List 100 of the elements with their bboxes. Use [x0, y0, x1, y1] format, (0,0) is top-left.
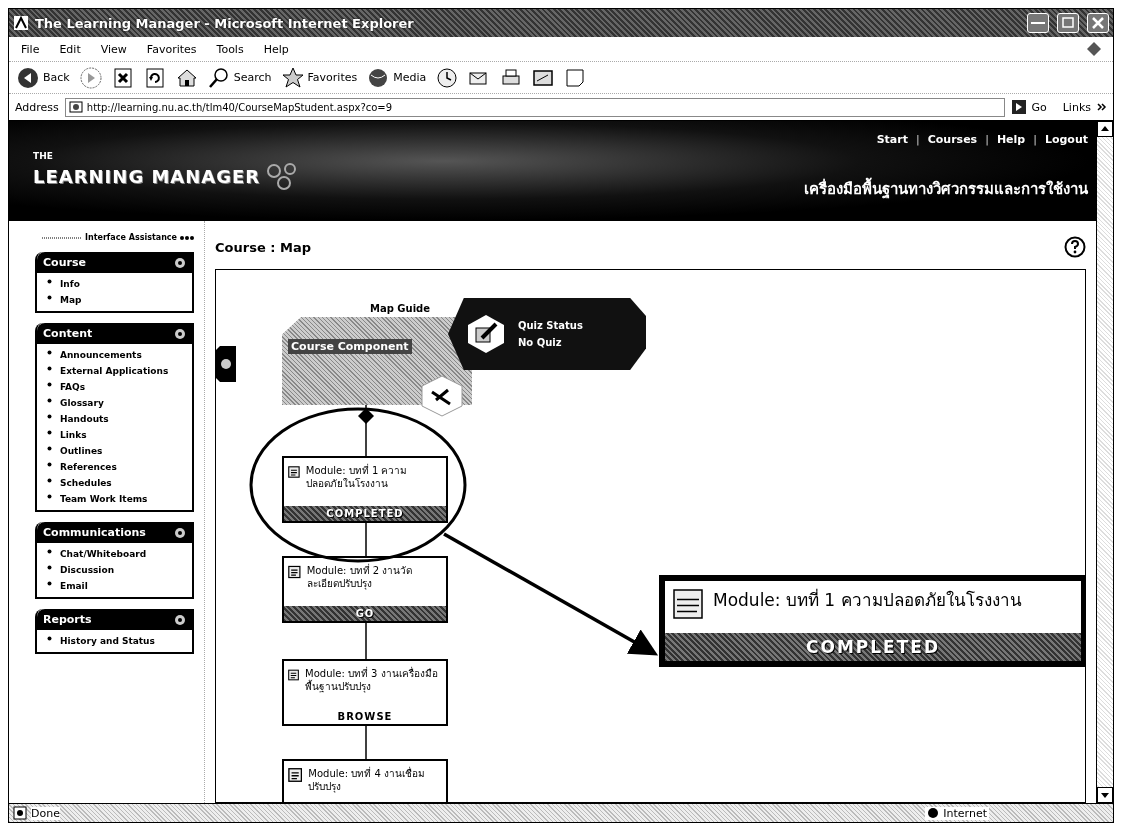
- module-title: Module: บทที่ 1 ความปลอดภัยในโรงงาน: [305, 464, 409, 491]
- gear-icon[interactable]: [174, 327, 186, 340]
- module-card[interactable]: Module: บทที่ 3 งานเครื่องมือพื้นฐานปรับปรุง BROWSE: [282, 659, 448, 726]
- bullet-icon: [47, 295, 52, 300]
- favorites-button[interactable]: Favorites: [281, 66, 358, 89]
- links-button[interactable]: Links: [1062, 100, 1091, 114]
- panel-title: Communications: [43, 526, 146, 539]
- minimize-button[interactable]: [1027, 13, 1049, 33]
- module-card[interactable]: Module: บทที่ 1 ความปลอดภัยในโรงงาน COMPLETED: [282, 456, 448, 523]
- gear-icon[interactable]: [174, 526, 186, 539]
- menu-item[interactable]: File: [19, 42, 42, 56]
- nav-link[interactable]: Logout: [1044, 133, 1088, 146]
- menu-item[interactable]: Favorites: [144, 42, 199, 56]
- go-button[interactable]: Go: [1011, 99, 1047, 115]
- sidebar-link[interactable]: Announcements: [60, 350, 142, 360]
- close-button[interactable]: [1087, 13, 1109, 33]
- menu-item[interactable]: Help: [261, 42, 291, 56]
- media-button[interactable]: Media: [367, 66, 427, 89]
- minimize-icon: [1031, 22, 1045, 24]
- address-label: Address: [15, 100, 59, 114]
- module-document-icon: [288, 767, 303, 783]
- bullet-icon: [47, 366, 52, 371]
- refresh-icon[interactable]: [143, 66, 166, 89]
- gear-icon[interactable]: [174, 613, 186, 626]
- menu-item[interactable]: View: [98, 42, 129, 56]
- nav-separator: |: [916, 133, 920, 146]
- maximize-icon: [1061, 16, 1075, 30]
- sidebar-link[interactable]: Map: [60, 295, 82, 305]
- clock-icon[interactable]: [436, 66, 459, 89]
- sidebar-link[interactable]: References: [60, 462, 117, 472]
- panel-title: Content: [43, 327, 93, 340]
- module-title: Module: บทที่ 3 งานเครื่องมือพื้นฐานปรับปรุง: [305, 667, 439, 695]
- nav-separator: |: [985, 133, 989, 146]
- panel-title: Reports: [43, 613, 92, 626]
- bullet-icon: [47, 494, 52, 499]
- sidebar-link[interactable]: Email: [60, 581, 88, 591]
- module-card[interactable]: Module: บทที่ 2 งานวัดละเอียดปรับปรุง GO: [282, 556, 448, 623]
- sidebar-link[interactable]: Chat/Whiteboard: [60, 549, 147, 559]
- bullet-icon: [47, 382, 52, 387]
- sidebar-link[interactable]: History and Status: [60, 636, 155, 646]
- close-icon: [1091, 16, 1105, 30]
- menu-item[interactable]: Tools: [214, 42, 246, 56]
- bullet-icon: [47, 446, 52, 451]
- side-tab-icon[interactable]: [216, 346, 236, 382]
- window-title: The Learning Manager - Microsoft Internet Explorer: [35, 15, 415, 31]
- page-icon[interactable]: [564, 66, 587, 89]
- sidebar-link[interactable]: Links: [60, 430, 87, 440]
- sidebar-link[interactable]: Outlines: [60, 446, 103, 456]
- sidebar-link[interactable]: Schedules: [60, 478, 112, 488]
- sidebar-link[interactable]: FAQs: [60, 382, 86, 392]
- logo-text: THE: [33, 151, 54, 161]
- sidebar-link[interactable]: Info: [60, 279, 80, 289]
- sidebar-link[interactable]: Glossary: [60, 398, 104, 408]
- module-title: Module: บทที่ 4 งานเชื่อมปรับปรุง: [308, 767, 426, 795]
- module-status-label: COMPLETED: [665, 633, 1081, 661]
- bullet-icon: [47, 398, 52, 403]
- zone-label: Internet: [943, 806, 987, 820]
- status-text: Done: [31, 806, 60, 820]
- stop-icon[interactable]: [111, 66, 134, 89]
- interface-assistance-link[interactable]: Interface Assistance: [85, 233, 177, 242]
- component-title: Course Component: [288, 339, 412, 354]
- bullet-icon: [47, 462, 52, 467]
- globe-icon: [927, 807, 940, 819]
- module-document-icon: [288, 464, 300, 480]
- star-icon: [281, 66, 304, 89]
- logo-text: LEARNING MANAGER: [33, 165, 261, 187]
- tools-icon: [420, 374, 464, 418]
- quiz-pencil-icon: [466, 314, 506, 354]
- sidebar-link[interactable]: Handouts: [60, 414, 109, 424]
- menu-item[interactable]: Edit: [57, 42, 83, 56]
- chevron-icon[interactable]: [1097, 102, 1107, 112]
- media-globe-icon: [367, 66, 390, 89]
- back-button[interactable]: Back: [17, 66, 70, 89]
- gear-icon[interactable]: [174, 256, 186, 269]
- sidebar-link[interactable]: Discussion: [60, 565, 115, 575]
- module-document-icon: [673, 589, 703, 619]
- quiz-status-title: Quiz Status: [518, 320, 583, 331]
- address-field[interactable]: http://learning.nu.ac.th/tlm40/CourseMapStudent.aspx?co=9: [64, 97, 1006, 117]
- help-icon[interactable]: [1064, 236, 1086, 258]
- nav-link[interactable]: Start: [876, 133, 908, 146]
- bullet-icon: [47, 565, 52, 570]
- nav-link[interactable]: Courses: [927, 133, 978, 146]
- module-title: Module: บทที่ 1 ความปลอดภัยในโรงงาน: [713, 589, 1022, 612]
- module-document-icon: [288, 564, 301, 580]
- module-card[interactable]: Module: บทที่ 4 งานเชื่อมปรับปรุง: [282, 759, 448, 802]
- bullet-icon: [47, 478, 52, 483]
- bullet-icon: [47, 549, 52, 554]
- nav-link[interactable]: Help: [996, 133, 1026, 146]
- sidebar-link[interactable]: Team Work Items: [60, 494, 148, 504]
- bullet-icon: [47, 279, 52, 284]
- bullet-icon: [47, 636, 52, 641]
- diamond-icon: [358, 408, 374, 424]
- dots-icon: [180, 234, 194, 241]
- sidebar-link[interactable]: External Applications: [60, 366, 169, 376]
- quiz-status-value: No Quiz: [518, 337, 563, 348]
- map-guide-label: Map Guide: [370, 303, 431, 314]
- maximize-button[interactable]: [1057, 13, 1079, 33]
- search-button[interactable]: Search: [207, 66, 272, 89]
- module-card[interactable]: Module: บทที่ 1 ความปลอดภัยในโรงงาน COMPLETED: [659, 575, 1085, 667]
- bullet-icon: [47, 414, 52, 419]
